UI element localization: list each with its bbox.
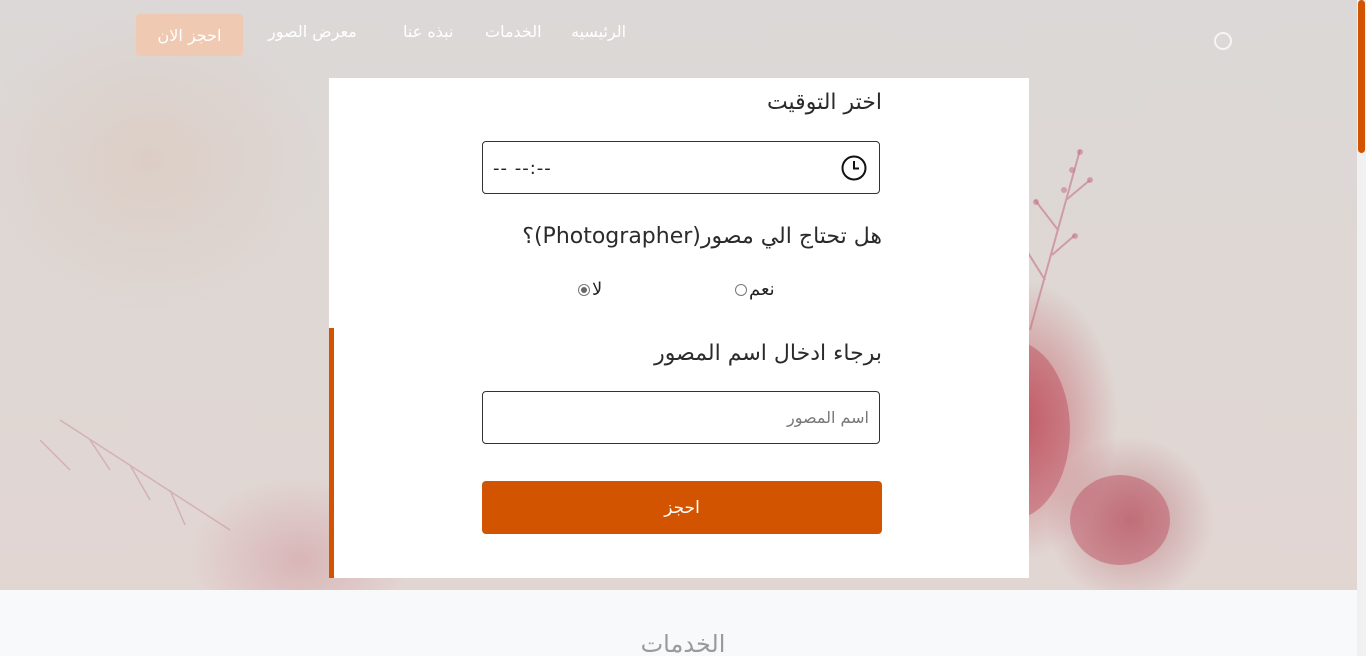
booking-form-card: اختر التوقيت -- --:-- هل تحتاج الي مصور(… [329,78,1029,578]
nav-link-gallery[interactable]: معرض الصور [268,22,357,41]
radio-option-no[interactable]: لا [578,279,602,300]
photographer-name-label: برجاء ادخال اسم المصور [654,341,882,366]
photographer-question: هل تحتاج الي مصور(Photographer)؟ [522,224,882,249]
time-label: اختر التوقيت [766,90,882,115]
book-now-button[interactable]: احجز الان [136,14,243,56]
time-input-value: -- --:-- [493,158,552,179]
circle-icon [1214,32,1232,50]
nav-link-about[interactable]: نبذه عنا [403,22,453,41]
book-submit-button[interactable]: احجز [482,481,882,534]
radio-yes-button[interactable] [735,283,747,296]
scrollbar-thumb[interactable] [1358,0,1365,153]
time-input[interactable]: -- --:-- [482,141,880,194]
card-accent-bar [329,328,334,578]
clock-icon[interactable] [841,155,867,181]
radio-option-yes-label: نعم [749,279,775,300]
nav-link-services[interactable]: الخدمات [485,22,542,41]
top-navbar: الرئيسيه الخدمات نبذه عنا معرض الصور احج… [0,0,1366,70]
photographer-name-input[interactable] [482,391,880,444]
radio-option-yes[interactable]: نعم [735,279,775,300]
services-section-heading: الخدمات [640,630,726,656]
page-scrollbar[interactable] [1357,0,1366,656]
nav-link-home[interactable]: الرئيسيه [571,22,626,41]
radio-no-button[interactable] [578,283,590,296]
radio-option-no-label: لا [592,279,603,300]
